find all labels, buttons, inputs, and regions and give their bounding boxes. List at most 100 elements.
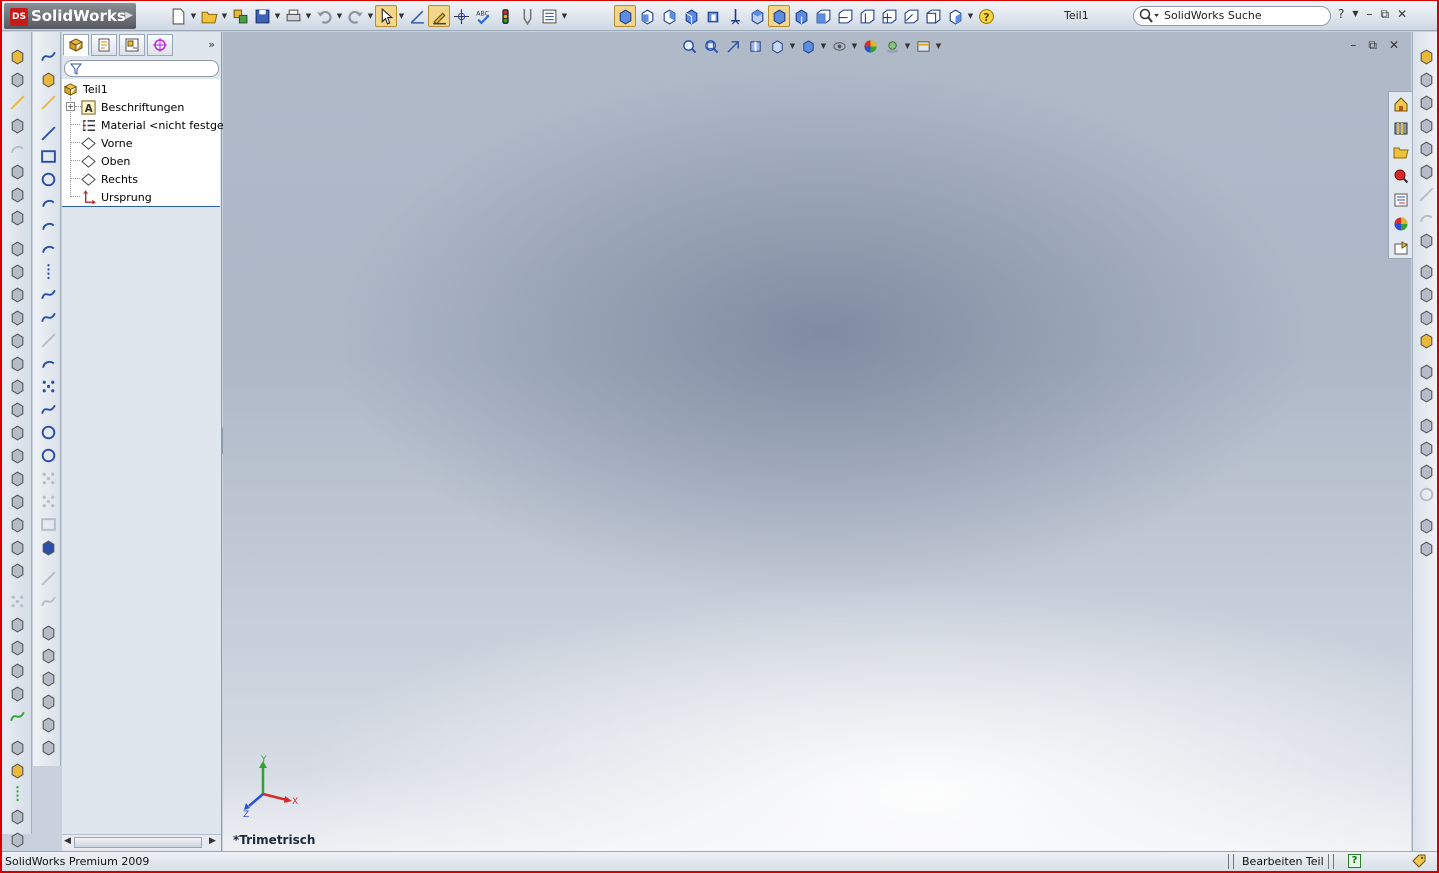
sketch-tool-28-button[interactable] [38, 622, 58, 642]
select-dropdown[interactable]: ▼ [397, 5, 406, 27]
tree-item-annotations[interactable]: A Beschriftungen [81, 98, 184, 116]
view-top-button[interactable] [746, 5, 768, 27]
right-tool-24-button[interactable] [1416, 515, 1436, 535]
features-tool-5-button[interactable] [7, 138, 27, 158]
scroll-thumb[interactable] [74, 837, 202, 848]
tab-dimxpert-manager[interactable] [147, 34, 173, 56]
right-tool-3-button[interactable] [1416, 92, 1436, 112]
sketch-tool-12-button[interactable] [38, 284, 58, 304]
save-button[interactable] [251, 5, 273, 27]
right-tool-19-button[interactable] [1416, 415, 1436, 435]
sketch-tool-19-button[interactable] [38, 445, 58, 465]
sketch-tool-2-button[interactable] [38, 69, 58, 89]
view-back-button[interactable] [658, 5, 680, 27]
display-style-button[interactable] [797, 36, 819, 56]
print-dropdown[interactable]: ▼ [304, 5, 313, 27]
document-close-button[interactable]: ✕ [1389, 38, 1399, 53]
minimize-button[interactable]: – [1367, 7, 1373, 22]
right-tool-6-button[interactable] [1416, 161, 1436, 181]
previous-view-button[interactable] [722, 36, 744, 56]
sketch-tool-16-button[interactable] [38, 376, 58, 396]
new-button[interactable] [167, 5, 189, 27]
features-tool-4-button[interactable] [7, 115, 27, 135]
task-pane-view-palette-tab[interactable] [1391, 190, 1411, 210]
task-pane-appearances-tab[interactable] [1391, 214, 1411, 234]
sketch-tool-1-button[interactable] [38, 46, 58, 66]
solidworks-menu-button[interactable]: DS SolidWorks ▶ [4, 3, 136, 29]
features-tool-17-button[interactable] [7, 399, 27, 419]
features-tool-18-button[interactable] [7, 422, 27, 442]
features-tool-21-button[interactable] [7, 491, 27, 511]
sketch-tool-23-button[interactable] [38, 537, 58, 557]
view-right-button[interactable] [702, 5, 724, 27]
right-tool-5-button[interactable] [1416, 138, 1436, 158]
tree-root[interactable]: Teil1 [63, 80, 108, 98]
task-pane-design-library-tab[interactable] [1391, 118, 1411, 138]
features-tool-36-button[interactable] [7, 806, 27, 826]
reference-geometry-button[interactable] [450, 5, 472, 27]
features-tool-35-button[interactable] [7, 783, 27, 803]
features-tool-31-button[interactable] [7, 706, 27, 726]
features-tool-14-button[interactable] [7, 330, 27, 350]
features-tool-34-button[interactable] [7, 760, 27, 780]
right-tool-2-button[interactable] [1416, 69, 1436, 89]
sketch-tool-22-button[interactable] [38, 514, 58, 534]
right-tool-21-button[interactable] [1416, 461, 1436, 481]
sketch-tool-25-button[interactable] [38, 568, 58, 588]
view-normal-to-button[interactable] [724, 5, 746, 27]
sketch-tool-21-button[interactable] [38, 491, 58, 511]
view-settings-button[interactable] [912, 36, 934, 56]
features-tool-3-button[interactable] [7, 92, 27, 112]
close-button[interactable]: ✕ [1397, 7, 1407, 22]
right-tool-13-button[interactable] [1416, 307, 1436, 327]
features-tool-6-button[interactable] [7, 161, 27, 181]
sketch-tool-10-button[interactable] [38, 238, 58, 258]
view-front-button[interactable] [636, 5, 658, 27]
undo-dropdown[interactable]: ▼ [335, 5, 344, 27]
sketch-tool-7-button[interactable] [38, 169, 58, 189]
view-orientation-dropdown[interactable]: ▼ [966, 5, 975, 27]
view-two-horizontal-button[interactable] [834, 5, 856, 27]
right-tool-8-button[interactable] [1416, 207, 1436, 227]
hide-show-items-button[interactable] [828, 36, 850, 56]
properties-button[interactable] [538, 5, 560, 27]
help-dropdown[interactable]: ▼ [1352, 9, 1358, 22]
features-tool-13-button[interactable] [7, 307, 27, 327]
tree-item-plane-front[interactable]: Vorne [81, 134, 132, 152]
sketch-tool-17-button[interactable] [38, 399, 58, 419]
properties-dropdown[interactable]: ▼ [560, 5, 569, 27]
features-tool-29-button[interactable] [7, 660, 27, 680]
features-tool-11-button[interactable] [7, 261, 27, 281]
new-dropdown[interactable]: ▼ [189, 5, 198, 27]
features-tool-26-button[interactable] [7, 591, 27, 611]
sketch-tool-8-button[interactable] [38, 192, 58, 212]
right-tool-7-button[interactable] [1416, 184, 1436, 204]
right-tool-17-button[interactable] [1416, 384, 1436, 404]
sketch-tool-31-button[interactable] [38, 691, 58, 711]
display-style-dropdown[interactable]: ▼ [819, 35, 828, 57]
sketch-tool-6-button[interactable] [38, 146, 58, 166]
sketch-tool-11-button[interactable] [38, 261, 58, 281]
features-tool-1-button[interactable] [7, 46, 27, 66]
features-tool-2-button[interactable] [7, 69, 27, 89]
view-settings-dropdown[interactable]: ▼ [934, 35, 943, 57]
features-tool-16-button[interactable] [7, 376, 27, 396]
sketch-tool-26-button[interactable] [38, 591, 58, 611]
view-orientation-button[interactable] [944, 5, 966, 27]
sketch-tool-30-button[interactable] [38, 668, 58, 688]
features-tool-24-button[interactable] [7, 560, 27, 580]
tree-item-plane-top[interactable]: Oben [81, 152, 130, 170]
right-tool-12-button[interactable] [1416, 284, 1436, 304]
features-tool-33-button[interactable] [7, 737, 27, 757]
tree-item-origin[interactable]: Ursprung [81, 188, 152, 206]
undo-button[interactable] [313, 5, 335, 27]
tab-feature-tree[interactable] [63, 34, 89, 56]
view-isometric-button[interactable] [614, 5, 636, 27]
view-display-button[interactable] [922, 5, 944, 27]
section-view-button[interactable] [744, 36, 766, 56]
features-tool-15-button[interactable] [7, 353, 27, 373]
features-tool-19-button[interactable] [7, 445, 27, 465]
mate-button[interactable] [516, 5, 538, 27]
view-dimetric-button[interactable] [790, 5, 812, 27]
restore-button[interactable]: ⧉ [1381, 7, 1390, 22]
